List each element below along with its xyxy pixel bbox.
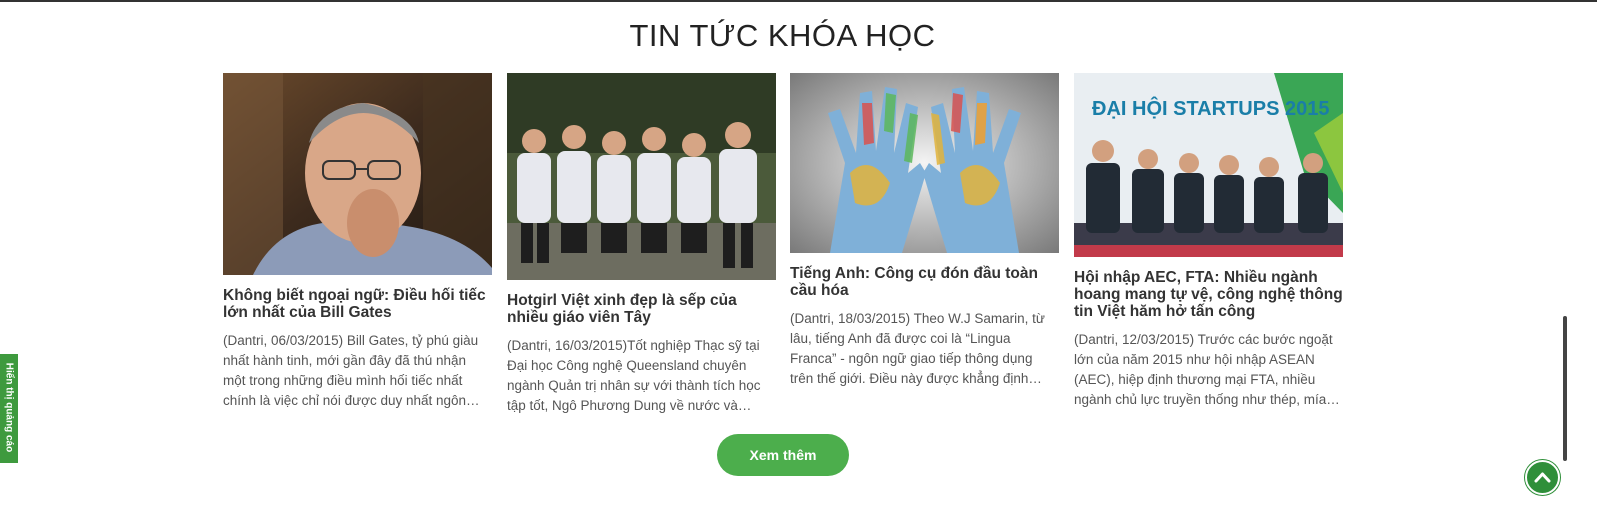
article-title[interactable]: Tiếng Anh: Công cụ đón đầu toàn cầu hóa	[790, 265, 1059, 299]
article-image[interactable]	[790, 73, 1059, 253]
chevron-up-icon	[1534, 472, 1551, 483]
scroll-top-button[interactable]	[1525, 460, 1560, 495]
article-title[interactable]: Hội nhập AEC, FTA: Nhiều ngành hoang man…	[1074, 269, 1343, 320]
news-card[interactable]: Tiếng Anh: Công cụ đón đầu toàn cầu hóa …	[790, 73, 1059, 389]
news-card[interactable]: Hotgirl Việt xinh đẹp là sếp của nhiều g…	[507, 73, 776, 416]
article-excerpt: (Dantri, 16/03/2015)Tốt nghiệp Thạc sỹ t…	[507, 338, 761, 413]
show-ads-label: Hiển thị quảng cáo	[3, 362, 15, 453]
article-image[interactable]: ĐẠI HỘI STARTUPS 2015	[1074, 73, 1343, 257]
show-ads-tab[interactable]: Hiển thị quảng cáo	[0, 354, 18, 463]
article-image[interactable]	[507, 73, 776, 280]
more-button[interactable]: Xem thêm	[717, 434, 849, 476]
article-image[interactable]	[223, 73, 492, 275]
section-title: TIN TỨC KHÓA HỌC	[629, 18, 936, 53]
page-scrollbar[interactable]	[1563, 316, 1567, 461]
article-excerpt: (Dantri, 12/03/2015) Trước các bước ngoặ…	[1074, 332, 1340, 407]
news-card[interactable]: ĐẠI HỘI STARTUPS 2015 Hội nhập AEC, FTA:…	[1074, 73, 1343, 410]
top-divider	[0, 0, 1597, 2]
news-card[interactable]: Không biết ngoại ngữ: Điều hối tiếc lớn …	[223, 73, 492, 411]
article-excerpt: (Dantri, 18/03/2015) Theo W.J Samarin, t…	[790, 311, 1045, 386]
article-title[interactable]: Hotgirl Việt xinh đẹp là sếp của nhiều g…	[507, 292, 776, 326]
article-title[interactable]: Không biết ngoại ngữ: Điều hối tiếc lớn …	[223, 287, 492, 321]
article-excerpt: (Dantri, 06/03/2015) Bill Gates, tỷ phú …	[223, 333, 480, 408]
banner-text: ĐẠI HỘI STARTUPS 2015	[1092, 96, 1329, 120]
